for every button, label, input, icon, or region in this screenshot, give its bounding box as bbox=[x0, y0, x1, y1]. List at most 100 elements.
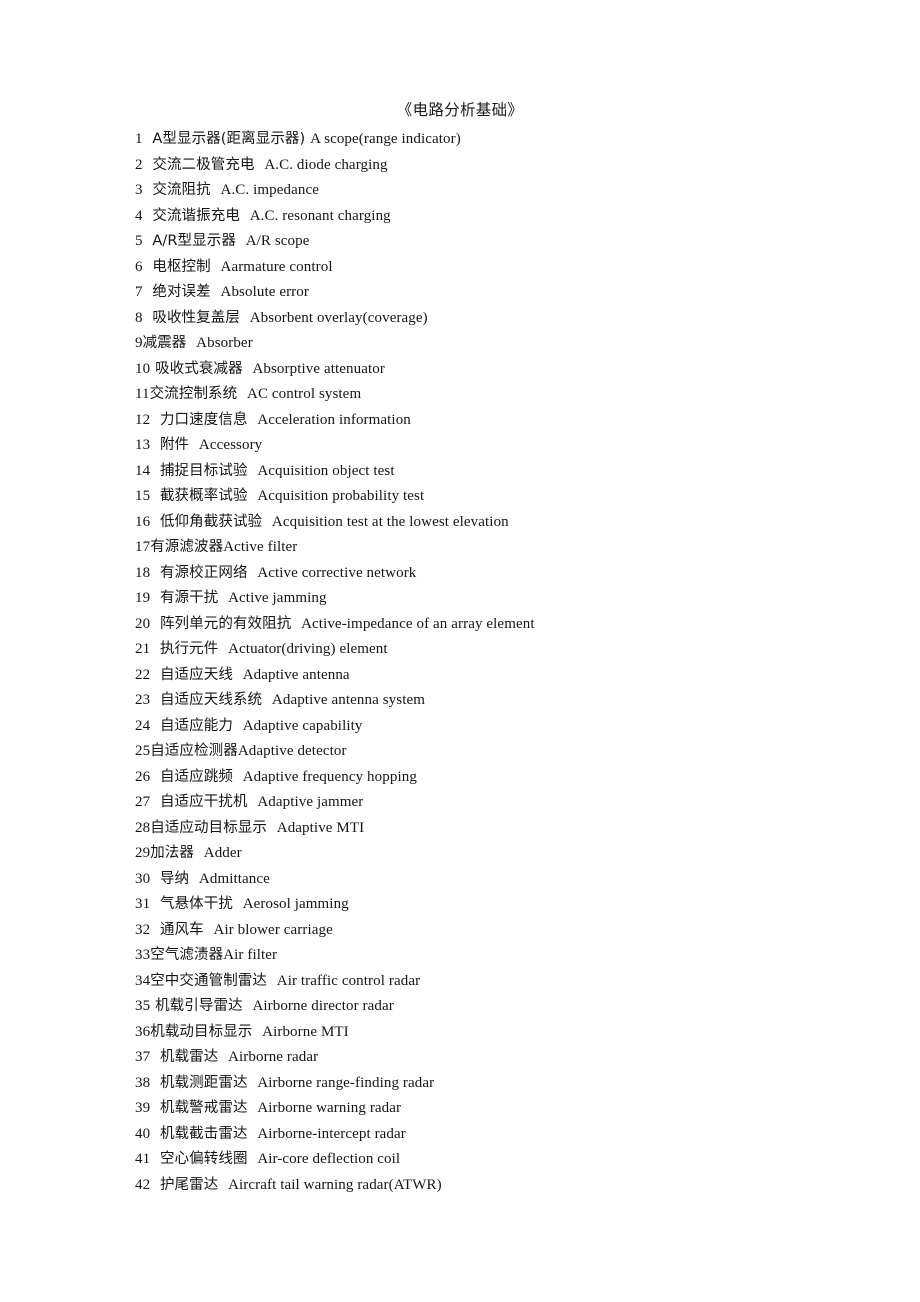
glossary-entry: 20 阵列单元的有效阻抗 Active-impedance of an arra… bbox=[135, 611, 895, 637]
entry-term-english: Adaptive detector bbox=[237, 743, 347, 759]
entry-separator bbox=[189, 869, 199, 887]
entry-number-gap bbox=[143, 155, 153, 173]
glossary-entry: 26 自适应跳频 Adaptive frequency hopping bbox=[135, 764, 895, 790]
entry-separator bbox=[233, 716, 243, 734]
glossary-entry: 28自适应动目标显示 Adaptive MTI bbox=[135, 815, 895, 841]
entry-term-chinese: 机载截击雷达 bbox=[159, 1125, 248, 1142]
entry-term-english: Aerosol jamming bbox=[242, 896, 349, 912]
entry-number-gap bbox=[150, 588, 160, 606]
entry-number: 7 bbox=[135, 284, 143, 300]
glossary-entry: 15 截获概率试验 Acquisition probability test bbox=[135, 483, 895, 509]
entry-separator bbox=[248, 461, 258, 479]
entry-separator bbox=[218, 639, 228, 657]
entry-term-english: Aircraft tail warning radar(ATWR) bbox=[228, 1176, 442, 1193]
entry-number-gap bbox=[150, 869, 160, 887]
glossary-entry: 37 机载雷达 Airborne radar bbox=[135, 1044, 895, 1070]
entry-number: 17 bbox=[135, 539, 151, 555]
glossary-entry: 30 导纳 Admittance bbox=[135, 866, 895, 892]
entry-number-gap bbox=[143, 308, 153, 326]
glossary-entry: 22 自适应天线 Adaptive antenna bbox=[135, 662, 895, 688]
entry-term-chinese: 自适应动目标显示 bbox=[150, 819, 268, 836]
entry-term-chinese: 自适应跳频 bbox=[159, 768, 233, 785]
entry-term-chinese: A型显示器(距离显示器) bbox=[152, 131, 306, 147]
entry-number: 4 bbox=[135, 207, 143, 224]
entry-number-gap bbox=[150, 512, 160, 530]
entry-term-chinese: 气悬体干扰 bbox=[159, 896, 233, 912]
entry-separator bbox=[218, 588, 228, 606]
entry-number: 20 bbox=[135, 615, 151, 632]
entry-term-english: Acquisition probability test bbox=[257, 488, 425, 504]
glossary-entry: 8 吸收性复盖层 Absorbent overlay(coverage) bbox=[135, 305, 895, 331]
entry-separator bbox=[243, 359, 253, 377]
entry-number: 12 bbox=[135, 411, 151, 428]
glossary-entry: 19 有源干扰 Active jamming bbox=[135, 585, 895, 611]
glossary-entry: 31 气悬体干扰 Aerosol jamming bbox=[135, 891, 895, 917]
entry-term-chinese: 交流谐振充电 bbox=[152, 207, 240, 224]
glossary-entry: 1 A型显示器(距离显示器) A scope(range indicator) bbox=[135, 126, 895, 152]
entry-number: 15 bbox=[135, 488, 151, 504]
entry-term-chinese: 自适应干扰机 bbox=[159, 794, 248, 810]
entry-number-gap bbox=[150, 767, 160, 785]
entry-number: 39 bbox=[135, 1100, 151, 1116]
entry-number: 13 bbox=[135, 437, 151, 453]
entry-term-english: Active jamming bbox=[228, 590, 327, 606]
entry-term-chinese: 空心偏转线圈 bbox=[159, 1151, 248, 1167]
entry-number: 34 bbox=[135, 972, 151, 989]
glossary-entry: 9减震器 Absorber bbox=[135, 330, 895, 356]
entry-number-gap bbox=[150, 1047, 160, 1065]
entry-term-chinese: 力口速度信息 bbox=[159, 411, 248, 428]
entry-number-gap bbox=[150, 410, 160, 428]
entry-separator bbox=[194, 843, 204, 861]
entry-number: 24 bbox=[135, 717, 151, 734]
glossary-entry: 27 自适应干扰机 Adaptive jammer bbox=[135, 789, 895, 815]
entry-term-english: Active-impedance of an array element bbox=[301, 615, 535, 632]
entry-term-chinese: 导纳 bbox=[159, 870, 190, 887]
entry-number: 1 bbox=[135, 131, 143, 147]
entry-term-english: Adder bbox=[203, 845, 242, 861]
entry-number-gap bbox=[150, 435, 160, 453]
glossary-entry: 7 绝对误差 Absolute error bbox=[135, 279, 895, 305]
entry-number: 25 bbox=[135, 743, 151, 759]
glossary-entry: 39 机载警戒雷达 Airborne warning radar bbox=[135, 1095, 895, 1121]
entry-term-chinese: 空中交通管制雷达 bbox=[150, 972, 268, 989]
entry-separator bbox=[248, 563, 258, 581]
entry-term-english: Airborne radar bbox=[228, 1049, 319, 1065]
entry-number: 40 bbox=[135, 1125, 151, 1142]
entry-number: 11 bbox=[135, 386, 150, 402]
entry-number: 37 bbox=[135, 1049, 151, 1065]
entry-number-gap bbox=[150, 563, 160, 581]
entry-term-english: A/R scope bbox=[245, 233, 310, 249]
entry-number: 22 bbox=[135, 666, 151, 683]
entry-term-chinese: 通风车 bbox=[159, 921, 204, 938]
entry-separator bbox=[243, 996, 253, 1014]
entry-term-english: Aarmature control bbox=[220, 258, 333, 275]
entry-number: 31 bbox=[135, 896, 151, 912]
entry-term-chinese: 交流阻抗 bbox=[152, 182, 211, 198]
entry-term-chinese: 截获概率试验 bbox=[159, 488, 248, 504]
glossary-entry: 18 有源校正网络 Active corrective network bbox=[135, 560, 895, 586]
entry-term-english: Adaptive antenna bbox=[242, 666, 350, 683]
entry-number-gap bbox=[150, 1098, 160, 1116]
entry-separator bbox=[255, 155, 265, 173]
glossary-entry: 29加法器 Adder bbox=[135, 840, 895, 866]
glossary-entry: 34空中交通管制雷达 Air traffic control radar bbox=[135, 968, 895, 994]
glossary-entry: 23 自适应天线系统 Adaptive antenna system bbox=[135, 687, 895, 713]
entry-number-gap bbox=[150, 716, 160, 734]
entry-term-english: Air traffic control radar bbox=[276, 972, 421, 989]
entry-term-english: Actuator(driving) element bbox=[228, 641, 388, 657]
entry-number: 26 bbox=[135, 768, 151, 785]
entry-term-chinese: 吸收式衰减器 bbox=[155, 360, 243, 377]
entry-separator bbox=[240, 308, 250, 326]
entry-term-english: Adaptive frequency hopping bbox=[242, 768, 417, 785]
entry-number-gap bbox=[150, 614, 160, 632]
entry-term-chinese: 交流二极管充电 bbox=[152, 156, 255, 173]
entry-number-gap bbox=[150, 1149, 160, 1167]
entry-term-chinese: 自适应能力 bbox=[159, 717, 233, 734]
entry-number-gap bbox=[150, 1124, 160, 1142]
entry-term-english: AC control system bbox=[247, 386, 362, 402]
entry-separator bbox=[233, 767, 243, 785]
glossary-entry: 4 交流谐振充电 A.C. resonant charging bbox=[135, 203, 895, 229]
entry-separator bbox=[262, 690, 272, 708]
entry-number: 30 bbox=[135, 870, 151, 887]
entry-separator bbox=[211, 257, 221, 275]
